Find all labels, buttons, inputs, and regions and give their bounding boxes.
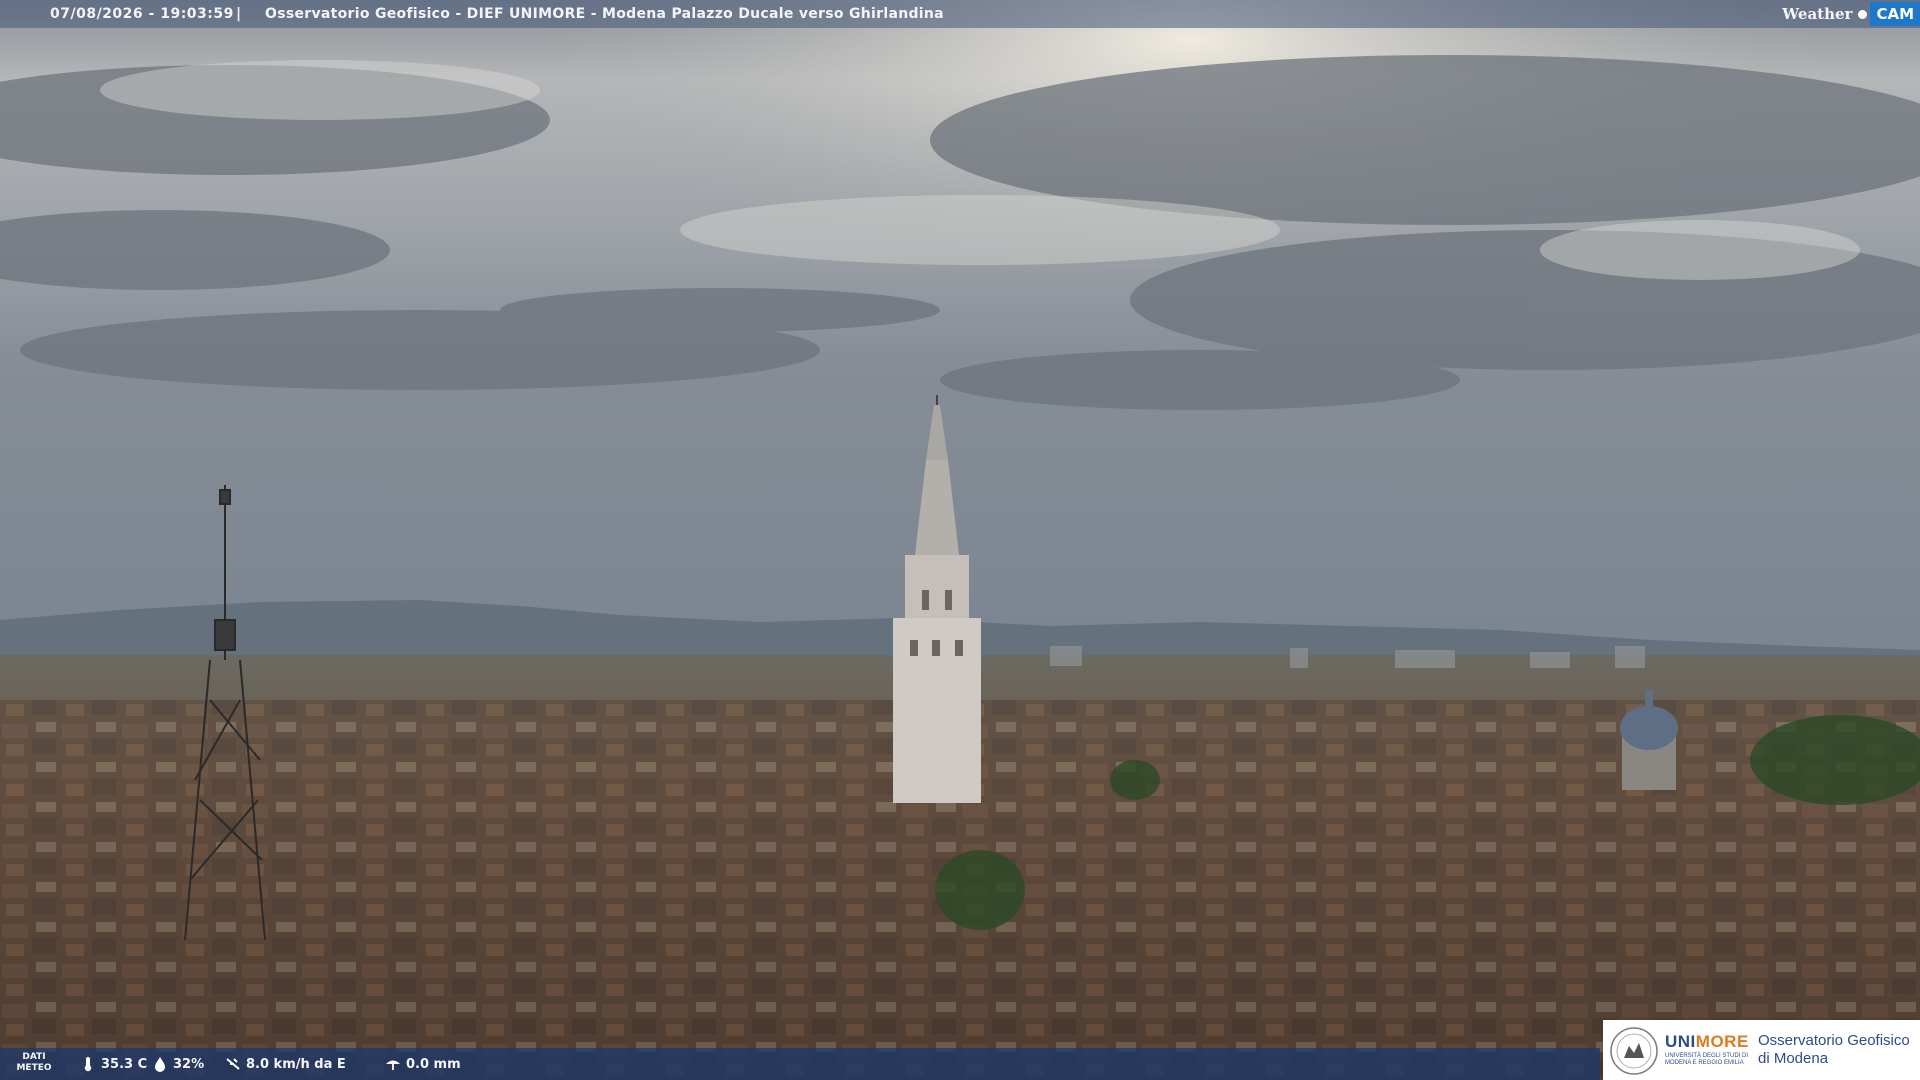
temperature-value: 35.3 C	[101, 1056, 148, 1072]
humidity-drop-icon	[155, 1057, 165, 1072]
weather-data-bar: DATI METEO 35.3 C 32% 8.0 km/h da E 0.0 …	[0, 1048, 1600, 1080]
brand-dot-icon	[1858, 9, 1868, 19]
unimore-logo: UNIMORE UNIVERSITÀ DEGLI STUDI DI MODENA…	[1603, 1020, 1920, 1080]
timestamp: 07/08/2026 - 19:03:59	[50, 6, 234, 22]
webcam-scene	[0, 0, 1920, 1080]
weather-data-label: DATI METEO	[16, 1052, 52, 1073]
brand-cam-text: CAM	[1870, 2, 1920, 26]
caption-separator: |	[236, 6, 242, 22]
rain-gauge-icon	[386, 1060, 400, 1070]
camera-caption: Osservatorio Geofisico - DIEF UNIMORE - …	[265, 6, 944, 22]
wind-readout: 8.0 km/h da E	[225, 1056, 346, 1072]
rain-value: 0.0 mm	[406, 1056, 461, 1072]
temperature-readout: 35.3 C	[80, 1056, 147, 1072]
thermometer-icon	[84, 1057, 92, 1072]
unimore-seal-icon	[1610, 1027, 1658, 1075]
unimore-name: UNIMORE	[1665, 1032, 1749, 1051]
humidity-readout: 32%	[152, 1056, 204, 1072]
rain-readout: 0.0 mm	[385, 1056, 461, 1072]
brand-weather-text: Weather	[1782, 5, 1853, 23]
weathercam-logo: Weather CAM	[1782, 0, 1920, 28]
wind-icon	[226, 1058, 240, 1070]
humidity-value: 32%	[173, 1056, 205, 1072]
wind-value: 8.0 km/h da E	[246, 1056, 346, 1072]
top-caption-bar: 07/08/2026 - 19:03:59 | Osservatorio Geo…	[0, 0, 1920, 28]
unimore-subtitle: UNIVERSITÀ DEGLI STUDI DI MODENA E REGGI…	[1665, 1053, 1749, 1066]
observatory-name: Osservatorio Geofisico di Modena	[1758, 1032, 1910, 1067]
